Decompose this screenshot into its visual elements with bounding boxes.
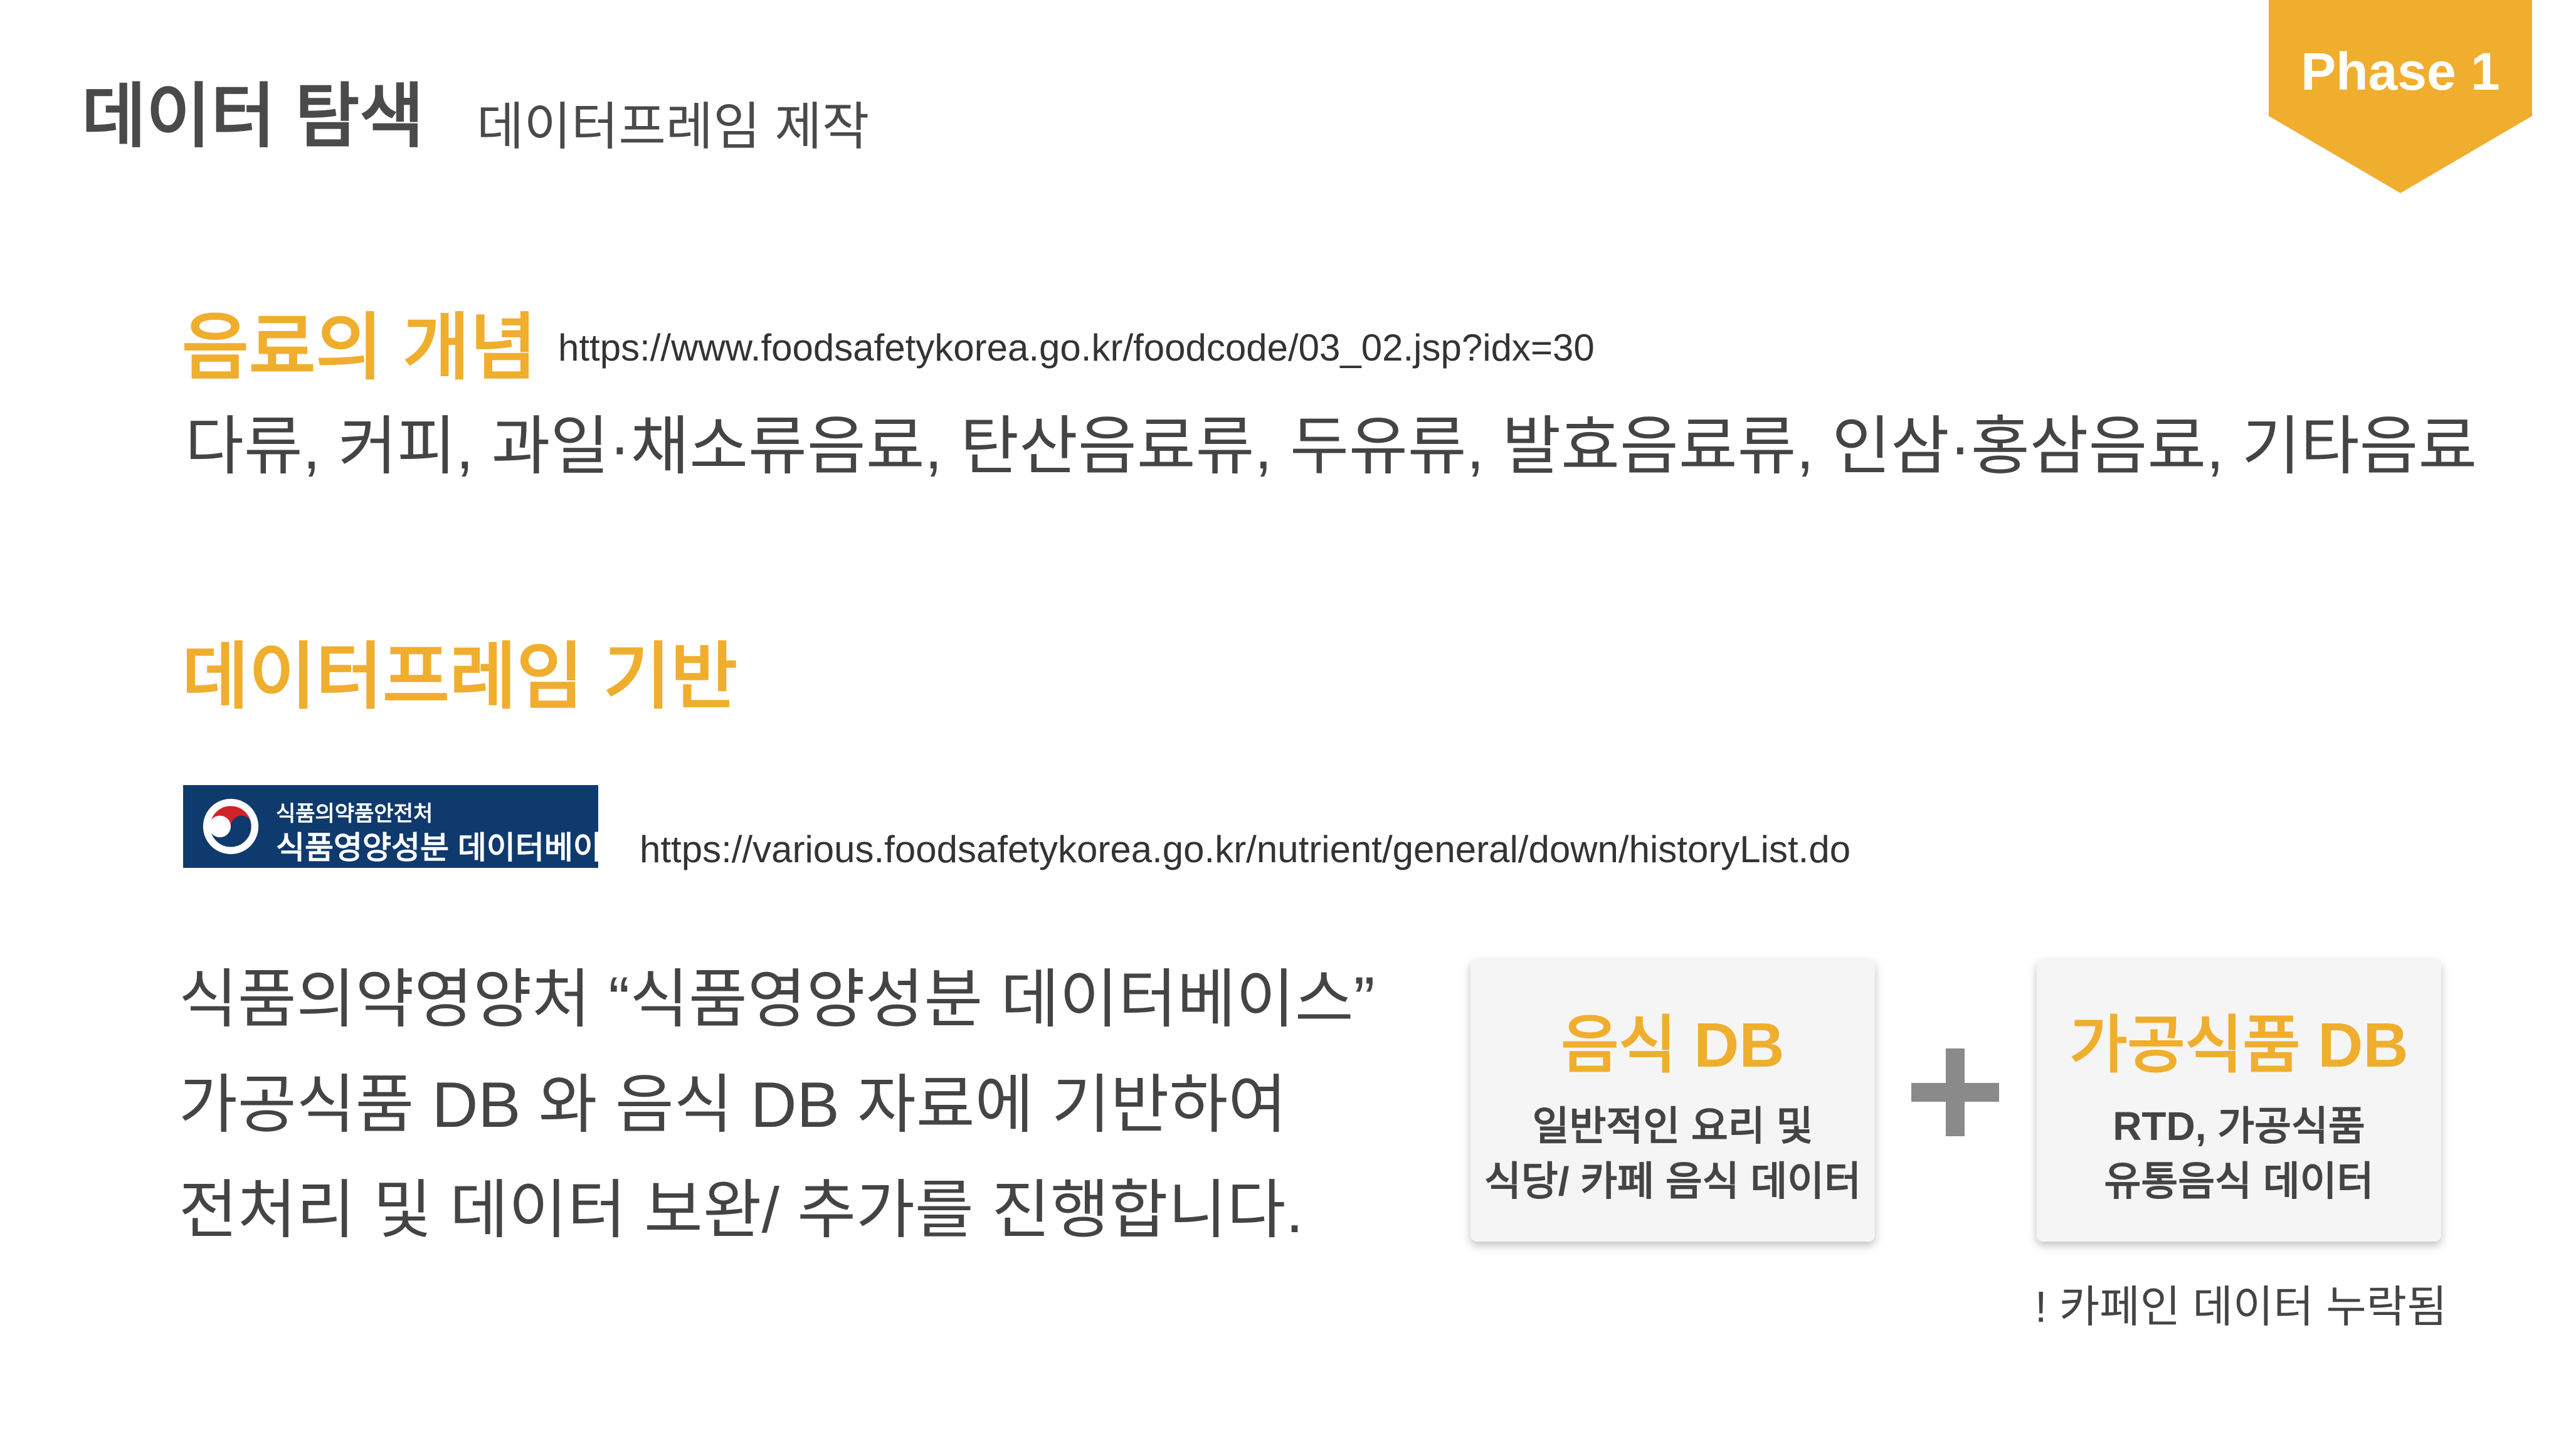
dataframe-basis-heading: 데이터프레임 기반 xyxy=(182,636,737,717)
phase-badge: Phase 1 xyxy=(2269,0,2532,193)
caffeine-missing-note: ! 카페인 데이터 누락됨 xyxy=(2035,1282,2447,1331)
page-subtitle: 데이터프레임 제작 xyxy=(477,98,870,156)
description-line-3: 전처리 및 데이터 보완/ 추가를 진행합니다. xyxy=(179,1174,1304,1246)
nutrient-db-link[interactable]: https://various.foodsafetykorea.go.kr/nu… xyxy=(640,828,1850,871)
processed-food-db-card-desc: RTD, 가공식품 유통음식 데이터 xyxy=(2037,1099,2441,1209)
food-db-card-desc-line-1: 일반적인 요리 및 xyxy=(1532,1104,1813,1149)
food-db-card-desc-line-2: 식당/ 카페 음식 데이터 xyxy=(1484,1159,1862,1204)
mfds-nutrient-db-logo[interactable]: 식품의약품안전처 식품영양성분 데이터베이스 xyxy=(183,785,631,868)
beverage-categories-text: 다류, 커피, 과일·채소류음료, 탄산음료류, 두유류, 발효음료류, 인삼·… xyxy=(185,411,2478,482)
food-db-card-desc: 일반적인 요리 및 식당/ 카페 음식 데이터 xyxy=(1470,1099,1875,1209)
processed-food-db-card-title: 가공식품 DB xyxy=(2069,1010,2409,1080)
beverage-concept-link[interactable]: https://www.foodsafetykorea.go.kr/foodco… xyxy=(558,326,1595,369)
processed-food-db-card-desc-line-1: RTD, 가공식품 xyxy=(2113,1104,2365,1149)
phase-label: Phase 1 xyxy=(2301,42,2500,101)
logo-db-name-text: 식품영양성분 데이터베이스 xyxy=(276,830,631,865)
processed-food-db-card: 가공식품 DB RTD, 가공식품 유통음식 데이터 xyxy=(2037,959,2441,1242)
page-title: 데이터 탐색 xyxy=(82,77,425,156)
food-db-card-title: 음식 DB xyxy=(1561,1010,1785,1080)
processed-food-db-card-desc-line-2: 유통음식 데이터 xyxy=(2104,1159,2374,1204)
description-line-2: 가공식품 DB 와 음식 DB 자료에 기반하여 xyxy=(179,1069,1287,1141)
plus-icon xyxy=(1911,1048,1999,1136)
taegeuk-emblem-icon xyxy=(203,798,259,855)
food-db-card: 음식 DB 일반적인 요리 및 식당/ 카페 음식 데이터 xyxy=(1470,959,1875,1242)
description-line-1: 식품의약영양처 “식품영양성분 데이터베이스” xyxy=(179,964,1375,1035)
beverage-concept-heading: 음료의 개념 xyxy=(182,307,537,388)
